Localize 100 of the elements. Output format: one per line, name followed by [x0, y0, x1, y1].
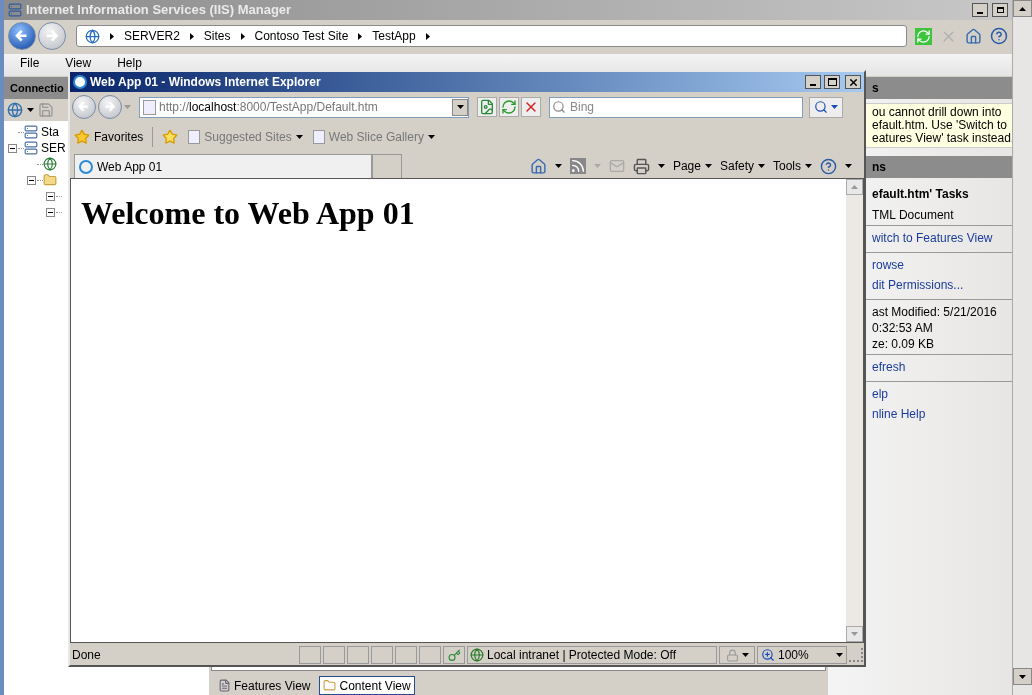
collapse-toggle[interactable]: [8, 143, 17, 153]
scroll-down-icon[interactable]: [1013, 668, 1032, 685]
refresh-icon[interactable]: [499, 97, 519, 117]
status-pane: [299, 646, 321, 664]
action-text: ze: 0.09 KB: [872, 336, 936, 351]
print-icon[interactable]: [632, 157, 650, 175]
folder-icon: [323, 679, 337, 692]
server-icon: [24, 141, 38, 155]
panel-title: ns: [872, 159, 886, 176]
forward-button[interactable]: [98, 95, 122, 119]
caret-icon: [554, 164, 562, 168]
caret-icon: [124, 105, 131, 109]
browser-icon: [79, 159, 93, 174]
maximize-button[interactable]: [824, 75, 840, 89]
search-icon: [552, 100, 566, 114]
arrow-right-icon: [103, 100, 117, 114]
info-text: efault.htm. Use 'Switch to: [872, 119, 1008, 132]
page-heading: Welcome to Web App 01: [81, 194, 416, 233]
server-icon: [24, 125, 38, 139]
status-pane: [347, 646, 369, 664]
menu-item[interactable]: File: [20, 57, 40, 70]
refresh-icon[interactable]: [915, 27, 932, 45]
breadcrumb-item[interactable]: Contoso Test Site: [254, 27, 349, 45]
menu-item[interactable]: View: [65, 57, 92, 70]
action-link[interactable]: nline Help: [872, 405, 1012, 425]
search-field[interactable]: Bing: [549, 96, 803, 118]
collapse-toggle[interactable]: [27, 175, 36, 185]
browser-icon: [73, 75, 87, 89]
restore-button[interactable]: [992, 3, 1008, 17]
view-tab[interactable]: Content View: [319, 676, 415, 695]
action-text: TML Document: [872, 207, 955, 222]
folder-icon: [43, 173, 57, 187]
breadcrumb-item[interactable]: Sites: [203, 27, 231, 45]
command-menu[interactable]: Tools: [773, 157, 812, 175]
chevron-right-icon: [189, 32, 194, 40]
collapse-toggle[interactable]: [46, 207, 55, 217]
close-icon: [847, 76, 859, 88]
dropdown-button[interactable]: [452, 98, 468, 116]
action-link[interactable]: witch to Features View: [872, 229, 1012, 249]
chevron-right-icon: [240, 32, 245, 40]
caret-icon: [704, 164, 712, 168]
breadcrumb-item[interactable]: SERVER2: [124, 27, 180, 45]
globe-icon: [470, 648, 484, 662]
address-bar[interactable]: SERVER2 Sites Contoso Test Site TestApp: [76, 25, 907, 47]
search-icon: [814, 100, 828, 114]
chevron-right-icon: [425, 32, 430, 40]
caret-icon: [27, 108, 34, 112]
lock-icon: [725, 648, 739, 662]
zoom-icon: [761, 648, 775, 662]
arrow-left-icon: [77, 100, 91, 114]
tree-item[interactable]: SER: [41, 139, 66, 157]
zone-text: Local intranet | Protected Mode: Off: [487, 647, 676, 664]
arrow-right-icon: [44, 28, 60, 44]
action-text: 0:32:53 AM: [872, 320, 934, 335]
feeds-icon[interactable]: [569, 158, 586, 174]
browser-tab[interactable]: Web App 01: [74, 154, 372, 178]
breadcrumb-item[interactable]: TestApp: [372, 27, 416, 45]
home-icon[interactable]: [529, 157, 547, 175]
command-menu[interactable]: Page: [672, 157, 712, 175]
favorites-button[interactable]: Favorites: [74, 128, 144, 146]
info-text: ou cannot drill down into: [872, 106, 1003, 119]
collapse-toggle[interactable]: [46, 191, 55, 201]
arrow-left-icon: [14, 28, 30, 44]
action-link[interactable]: dit Permissions...: [872, 276, 1012, 296]
info-text: eatures View' task instead.: [872, 132, 1012, 145]
action-link[interactable]: efresh: [872, 358, 1012, 378]
window-title: Internet Information Services (IIS) Manager: [26, 1, 292, 20]
resize-grip[interactable]: [849, 648, 863, 662]
tree-item[interactable]: Sta: [41, 123, 59, 141]
caret-icon: [427, 135, 435, 139]
scroll-up-icon[interactable]: [1013, 0, 1032, 17]
close-button[interactable]: [845, 75, 861, 89]
zoom-button[interactable]: 100%: [757, 646, 847, 664]
globe-icon: [85, 28, 100, 44]
forward-button[interactable]: [38, 22, 66, 50]
action-link[interactable]: elp: [872, 385, 1012, 405]
chevron-right-icon: [110, 32, 114, 40]
address-field[interactable]: http://localhost:8000/TestApp/Default.htm: [139, 96, 469, 118]
key-icon: [447, 648, 461, 662]
menu-item[interactable]: Help: [117, 57, 142, 70]
minimize-button[interactable]: [972, 3, 988, 17]
panel-title: s: [872, 80, 879, 97]
security-button[interactable]: [719, 646, 755, 664]
help-icon[interactable]: [820, 157, 837, 175]
view-tab[interactable]: Features View: [215, 676, 314, 695]
stop-icon[interactable]: [521, 97, 541, 117]
panel-title: Connectio: [10, 80, 64, 96]
home-icon[interactable]: [965, 27, 982, 45]
search-button[interactable]: [809, 96, 843, 118]
back-button[interactable]: [8, 22, 36, 50]
minimize-button[interactable]: [805, 75, 821, 89]
page-icon: [312, 130, 325, 144]
command-menu[interactable]: Safety: [719, 157, 765, 175]
action-link[interactable]: rowse: [872, 256, 1012, 276]
help-icon[interactable]: [990, 27, 1008, 45]
caret-icon: [805, 164, 812, 168]
back-button[interactable]: [72, 95, 96, 119]
status-pane: [395, 646, 417, 664]
document-icon: [218, 679, 231, 692]
chevron-right-icon: [358, 32, 363, 40]
